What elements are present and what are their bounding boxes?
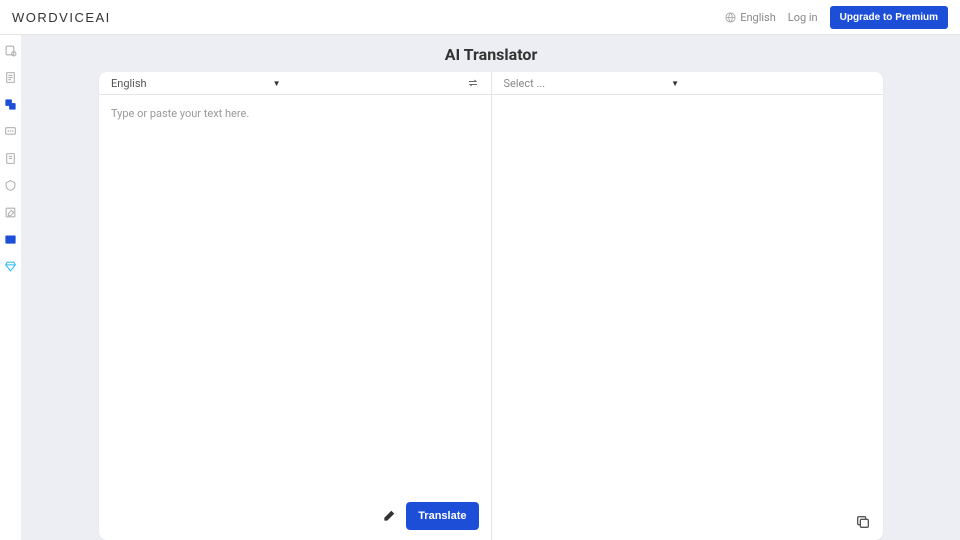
source-bottom-row: Translate xyxy=(382,502,478,530)
source-lang-select[interactable]: English ▼ xyxy=(111,77,281,90)
logo-suffix: AI xyxy=(96,10,111,25)
translate-button[interactable]: Translate xyxy=(406,502,478,530)
sidebar-item-edit[interactable] xyxy=(4,205,18,219)
target-column: Select ... ▼ xyxy=(492,72,884,540)
header-right: English Log in Upgrade to Premium xyxy=(725,6,948,29)
target-text-area xyxy=(492,95,884,540)
target-lang-select[interactable]: Select ... ▼ xyxy=(504,77,680,90)
body: AI Translator English ▼ Type or paste yo… xyxy=(0,35,960,540)
globe-icon xyxy=(725,12,736,23)
ui-language-select[interactable]: English xyxy=(725,11,776,24)
source-placeholder: Type or paste your text here. xyxy=(111,107,479,120)
sidebar-item-translator[interactable] xyxy=(4,97,18,111)
ui-language-label: English xyxy=(740,11,776,24)
target-bottom-row xyxy=(855,514,871,530)
source-lang-label: English xyxy=(111,77,147,90)
translator-panel: English ▼ Type or paste your text here. … xyxy=(99,72,883,540)
sidebar-item-proofread[interactable] xyxy=(4,43,18,57)
main: AI Translator English ▼ Type or paste yo… xyxy=(22,35,960,540)
source-lang-bar: English ▼ xyxy=(99,72,491,95)
sidebar-item-premium[interactable] xyxy=(4,259,18,273)
source-column: English ▼ Type or paste your text here. … xyxy=(99,72,492,540)
sidebar xyxy=(0,35,22,540)
sidebar-item-summarize[interactable] xyxy=(4,151,18,165)
sidebar-item-word[interactable] xyxy=(4,232,18,246)
login-link[interactable]: Log in xyxy=(788,11,818,24)
sidebar-item-document[interactable] xyxy=(4,70,18,84)
logo-main: WORDVICE xyxy=(12,10,96,25)
copy-icon[interactable] xyxy=(855,514,871,530)
caret-down-icon: ▼ xyxy=(273,79,281,88)
app-header: WORDVICEAI English Log in Upgrade to Pre… xyxy=(0,0,960,35)
page-title: AI Translator xyxy=(445,45,538,64)
target-lang-label: Select ... xyxy=(504,77,546,90)
source-text-area[interactable]: Type or paste your text here. xyxy=(99,95,491,540)
caret-down-icon: ▼ xyxy=(671,79,679,88)
logo[interactable]: WORDVICEAI xyxy=(12,10,111,25)
swap-languages-icon[interactable] xyxy=(467,77,479,89)
sidebar-item-plagiarism[interactable] xyxy=(4,178,18,192)
upgrade-button[interactable]: Upgrade to Premium xyxy=(830,6,948,29)
target-lang-bar: Select ... ▼ xyxy=(492,72,884,95)
eraser-icon[interactable] xyxy=(382,509,396,523)
sidebar-item-chat[interactable] xyxy=(4,124,18,138)
